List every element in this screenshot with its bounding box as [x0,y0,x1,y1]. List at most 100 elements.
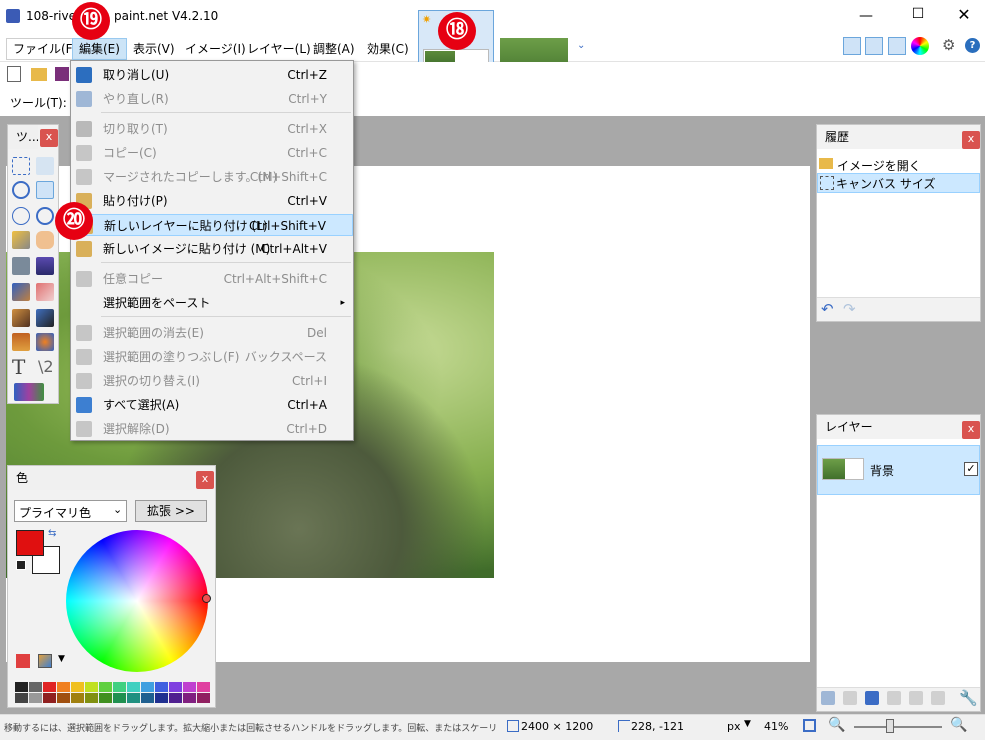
text-tool-icon[interactable]: T [12,355,25,379]
palette-swatch[interactable] [15,682,28,692]
palette-swatch[interactable] [127,693,140,703]
history-toggle-icon[interactable] [865,37,883,55]
color-mode-select[interactable]: プライマリ色 ⌄ [14,500,127,522]
layers-toggle-icon[interactable] [888,37,906,55]
palette-swatch[interactable] [113,682,126,692]
help-icon[interactable]: ? [965,38,980,53]
tabs-dropdown-icon[interactable]: ⌄ [577,40,585,51]
merge-layer-icon[interactable] [887,691,901,705]
palette-swatch[interactable] [99,693,112,703]
edit-menu-item[interactable]: 貼り付け(P) Ctrl+V [71,190,353,212]
palette-swatch[interactable] [43,682,56,692]
palette-swatch[interactable] [169,693,182,703]
save-file-icon[interactable] [55,67,69,81]
tools-panel-close[interactable]: x [40,129,58,147]
zoom-tool-icon[interactable] [36,207,54,225]
pencil-tool-icon[interactable] [12,309,30,327]
edit-menu-item[interactable]: 新しいイメージに貼り付け (M) Ctrl+Alt+V [71,238,353,260]
expand-button[interactable]: 拡張 >> [135,500,207,522]
redo-icon[interactable]: ↷ [843,300,856,318]
rect-select-tool-icon[interactable] [12,157,30,175]
pan-tool-icon[interactable] [36,231,54,249]
undo-icon[interactable]: ↶ [821,300,834,318]
color-picker-tool-icon[interactable] [36,309,54,327]
history-item[interactable]: キャンバス サイズ [817,173,980,193]
palette-swatch[interactable] [141,693,154,703]
palette-swatch[interactable] [43,693,56,703]
maximize-button[interactable]: ☐ [908,6,928,22]
move-pixels-tool-icon[interactable] [36,181,54,199]
move-layer-up-icon[interactable] [909,691,923,705]
edit-menu-item[interactable]: 新しいレイヤーに貼り付け (L) Ctrl+Shift+V [71,214,353,236]
palette-swatch[interactable] [113,693,126,703]
colors-toggle-icon[interactable] [911,37,929,55]
palette-swatch[interactable] [85,682,98,692]
shapes-tool-icon[interactable] [14,383,44,401]
gradient-tool-icon[interactable] [36,257,54,275]
palette-swatch[interactable] [169,682,182,692]
palette-dropdown-icon[interactable]: ▼ [58,654,65,664]
minimize-button[interactable]: — [856,8,876,24]
palette-menu-icon[interactable] [38,654,52,668]
add-to-palette-icon[interactable] [16,654,30,668]
recolor-tool-icon[interactable] [36,333,54,351]
menu-adjust[interactable]: 調整(A) [306,38,362,60]
palette-swatch[interactable] [57,693,70,703]
new-file-icon[interactable] [7,66,21,82]
layer-row[interactable]: 背景 ✓ [817,445,980,495]
palette-swatch[interactable] [85,693,98,703]
unit-dropdown-icon[interactable]: ▼ [744,719,751,729]
add-layer-icon[interactable] [821,691,835,705]
layers-panel-close[interactable]: x [962,421,980,439]
palette-swatch[interactable] [71,693,84,703]
edit-menu-item[interactable]: 取り消し(U) Ctrl+Z [71,64,353,86]
eraser-tool-icon[interactable] [36,283,54,301]
palette-swatch[interactable] [197,682,210,692]
delete-layer-icon[interactable] [843,691,857,705]
palette-swatch[interactable] [57,682,70,692]
palette-swatch[interactable] [183,693,196,703]
reset-colors-icon[interactable] [16,560,26,570]
palette-swatch[interactable] [99,682,112,692]
clone-stamp-tool-icon[interactable] [12,333,30,351]
paint-bucket-tool-icon[interactable] [12,257,30,275]
zoom-in-icon[interactable]: 🔍 [950,717,967,733]
colors-panel-close[interactable]: x [196,471,214,489]
menu-effect[interactable]: 効果(C) [360,38,416,60]
paintbrush-tool-icon[interactable] [12,283,30,301]
swap-colors-icon[interactable]: ⇆ [48,528,56,539]
line-tool-icon[interactable]: \2 [38,357,54,376]
palette-swatch[interactable] [127,682,140,692]
color-wheel[interactable] [66,530,208,672]
ellipse-select-tool-icon[interactable] [12,207,30,225]
open-file-icon[interactable] [31,68,47,81]
close-button[interactable]: ✕ [954,5,974,24]
palette-swatch[interactable] [15,693,28,703]
palette-swatch[interactable] [155,693,168,703]
edit-menu-item[interactable]: 選択範囲をペースト ▸ [71,292,353,314]
layer-visible-checkbox[interactable]: ✓ [964,462,978,476]
menu-edit[interactable]: 編集(E) [72,38,127,60]
palette-swatch[interactable] [29,682,42,692]
history-panel-close[interactable]: x [962,131,980,149]
palette-swatch[interactable] [29,693,42,703]
settings-icon[interactable]: ⚙ [942,36,955,54]
move-layer-down-icon[interactable] [931,691,945,705]
unit-select[interactable]: px [727,720,741,733]
edit-menu-item[interactable]: すべて選択(A) Ctrl+A [71,394,353,416]
move-selection-tool-icon[interactable] [36,157,54,175]
palette-swatch[interactable] [155,682,168,692]
menu-view[interactable]: 表示(V) [126,38,182,60]
fit-window-icon[interactable] [803,719,816,732]
palette-swatch[interactable] [183,682,196,692]
color-wheel-marker[interactable] [202,594,211,603]
zoom-out-icon[interactable]: 🔍 [828,717,845,733]
zoom-slider-thumb[interactable] [886,719,894,733]
palette-swatch[interactable] [71,682,84,692]
zoom-level[interactable]: 41% [764,720,788,733]
palette-swatch[interactable] [141,682,154,692]
lasso-tool-icon[interactable] [12,181,30,199]
duplicate-layer-icon[interactable] [865,691,879,705]
magic-wand-tool-icon[interactable] [12,231,30,249]
palette-swatch[interactable] [197,693,210,703]
